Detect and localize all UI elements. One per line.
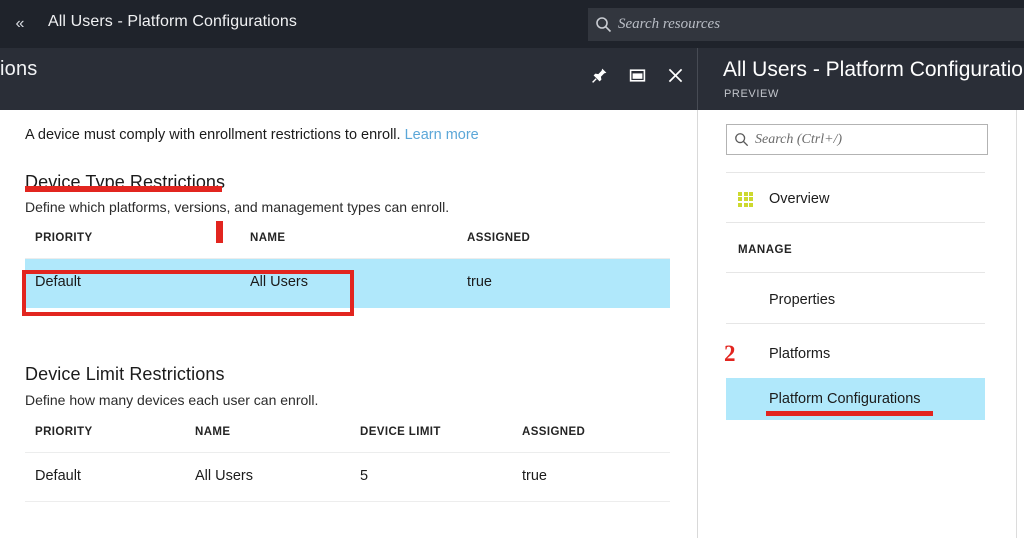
table-header-row: PRIORITY NAME ASSIGNED [25, 228, 670, 259]
column-header-assigned: ASSIGNED [522, 426, 586, 438]
grid-icon [738, 191, 753, 207]
search-icon [727, 132, 755, 147]
column-header-priority: PRIORITY [35, 232, 93, 244]
preview-badge: PREVIEW [724, 88, 779, 100]
lead-text: A device must comply with enrollment res… [25, 127, 401, 143]
sidebar-item-label: Platform Configurations [769, 391, 921, 407]
sidebar-item-label: Platforms [769, 346, 831, 362]
device-limit-restrictions-table: PRIORITY NAME DEVICE LIMIT ASSIGNED Defa… [25, 422, 670, 502]
sidebar-item-platforms[interactable]: Platforms [726, 333, 985, 375]
section-subtitle-device-type-restrictions: Define which platforms, versions, and ma… [25, 199, 450, 215]
breadcrumb: All Users - Platform Configurations [48, 13, 297, 30]
maximize-icon[interactable] [626, 64, 648, 86]
table-row[interactable]: Default All Users 5 true [25, 453, 670, 502]
cell-name: All Users [250, 274, 309, 290]
global-topbar: « All Users - Platform Configurations Se… [0, 0, 1024, 48]
azure-portal-screenshot: « All Users - Platform Configurations Se… [0, 0, 1024, 538]
device-type-restrictions-table: PRIORITY NAME ASSIGNED Default All Users… [25, 228, 670, 308]
section-title-device-type-restrictions: Device Type Restrictions [25, 172, 226, 192]
menu-divider [726, 323, 985, 324]
sidebar-item-properties[interactable]: Properties [726, 279, 985, 321]
global-search-input[interactable]: Search resources [588, 8, 1024, 41]
close-icon[interactable] [664, 64, 686, 86]
sidebar-group-manage: MANAGE [726, 229, 985, 271]
pin-icon[interactable] [588, 64, 610, 86]
section-title-device-limit-restrictions: Device Limit Restrictions [25, 364, 225, 384]
learn-more-link[interactable]: Learn more [405, 127, 479, 143]
column-header-name: NAME [250, 232, 286, 244]
column-header-assigned: ASSIGNED [467, 232, 531, 244]
blade-menu-panel: Search (Ctrl+/) Overview MANAGE Properti… [697, 110, 1024, 538]
table-row[interactable]: Default All Users true [25, 259, 670, 308]
cell-device-limit: 5 [360, 468, 369, 484]
section-subtitle-device-limit-restrictions: Define how many devices each user can en… [25, 392, 319, 408]
search-icon [588, 16, 618, 33]
menu-divider [726, 172, 985, 173]
clipped-blade-label: ions [0, 58, 38, 80]
sidebar-group-label: MANAGE [738, 244, 793, 256]
cell-name: All Users [195, 468, 254, 484]
cell-assigned: true [467, 274, 492, 290]
global-search-placeholder: Search resources [618, 16, 721, 32]
menu-divider [726, 222, 985, 223]
sidebar-item-label: Overview [769, 191, 830, 207]
blade-content: A device must comply with enrollment res… [0, 110, 697, 538]
column-header-name: NAME [195, 426, 231, 438]
cell-priority: Default [35, 468, 81, 484]
sidebar-item-label: Properties [769, 292, 836, 308]
blade-title: All Users - Platform Configurations [723, 58, 1024, 81]
sidebar-item-platform-configurations[interactable]: Platform Configurations [726, 378, 985, 420]
lead-description: A device must comply with enrollment res… [25, 127, 479, 143]
cell-assigned: true [522, 468, 547, 484]
menu-divider [726, 272, 985, 273]
menu-scrollbar[interactable] [1016, 110, 1017, 538]
cell-priority: Default [35, 274, 81, 290]
menu-search-placeholder: Search (Ctrl+/) [755, 131, 843, 147]
table-header-row: PRIORITY NAME DEVICE LIMIT ASSIGNED [25, 422, 670, 453]
band-divider [697, 48, 698, 110]
column-header-priority: PRIORITY [35, 426, 93, 438]
blade-action-icons [588, 60, 688, 90]
double-chevron-left-icon[interactable]: « [8, 12, 32, 36]
menu-search-input[interactable]: Search (Ctrl+/) [726, 124, 988, 155]
sidebar-item-overview[interactable]: Overview [726, 178, 985, 220]
column-header-device-limit: DEVICE LIMIT [360, 426, 441, 438]
